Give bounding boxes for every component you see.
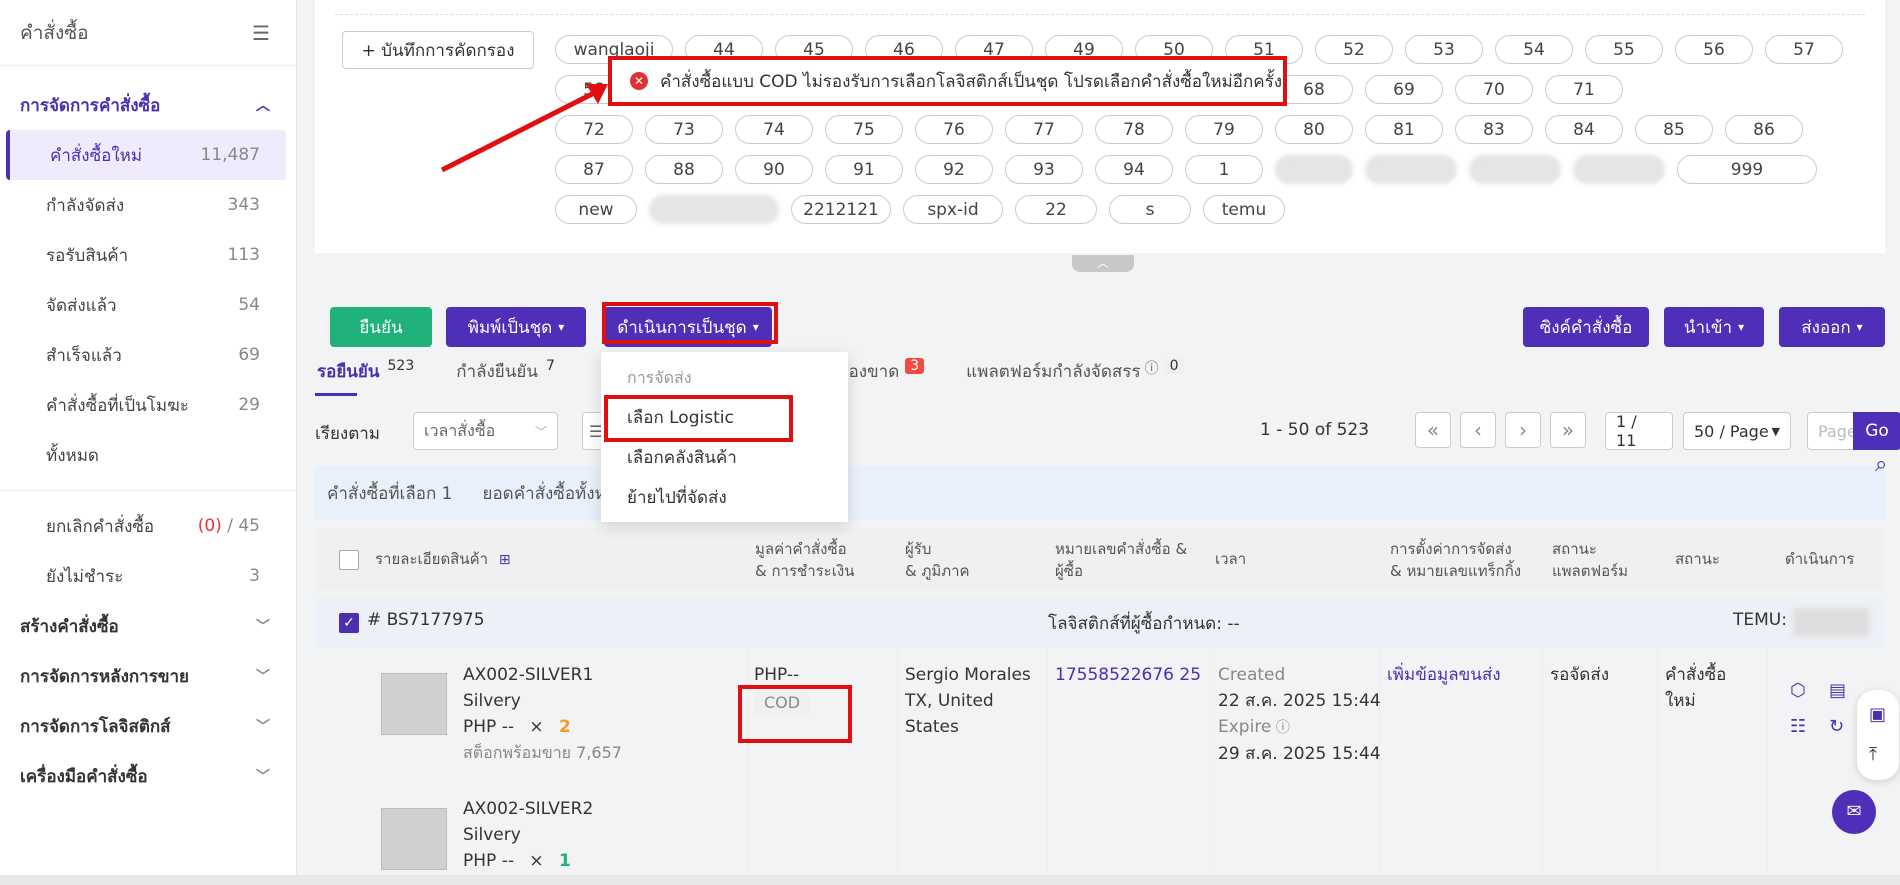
arrow-line bbox=[440, 89, 598, 173]
annotation-arrow bbox=[440, 84, 608, 173]
